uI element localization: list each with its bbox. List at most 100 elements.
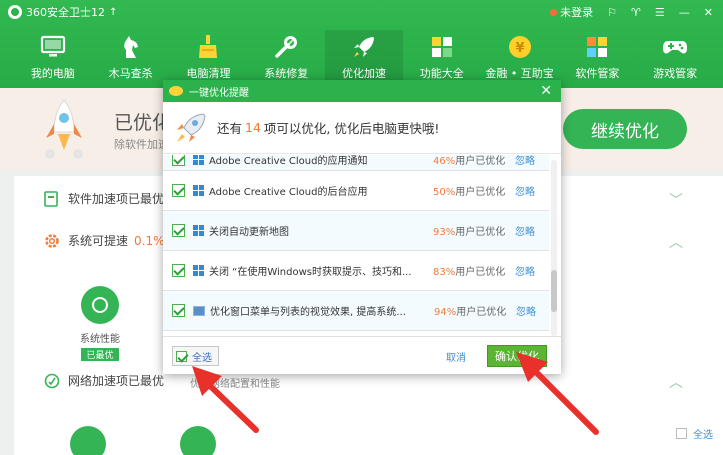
nav-label: 金融 • 互助宝 xyxy=(485,67,554,80)
item-checkbox[interactable] xyxy=(172,304,185,317)
window-controls: 未登录 ⚐ ♈ ☰ — ✕ xyxy=(550,4,713,20)
system-speedup-label: 系统可提速 xyxy=(68,234,129,248)
horse-icon xyxy=(118,34,144,60)
nav-game-manager[interactable]: 游戏管家 xyxy=(636,30,714,86)
nav-label: 优化加速 xyxy=(342,67,387,80)
globe-icon xyxy=(44,373,60,389)
chevron-up-icon[interactable]: ︿ xyxy=(669,232,683,252)
ignore-link[interactable]: 忽略 xyxy=(516,303,536,318)
cancel-button[interactable]: 取消 xyxy=(446,349,466,364)
network-accel-label: 网络加速项已最优 xyxy=(68,374,165,388)
app-logo-icon xyxy=(8,5,22,19)
skin-icon[interactable]: ⚐ xyxy=(607,6,617,19)
item-checkbox[interactable] xyxy=(172,224,185,237)
optimize-item-list: Adobe Creative Cloud的应用通知 46%用户已优化 忽略 Ad… xyxy=(163,155,549,336)
nav-cleanup[interactable]: 电脑清理 xyxy=(170,30,248,86)
continue-optimize-button[interactable]: 继续优化 xyxy=(563,109,687,149)
item-pct-suffix: 用户已优化 xyxy=(456,307,507,318)
ignore-link[interactable]: 忽略 xyxy=(515,263,535,278)
shirt-icon[interactable]: ♈ xyxy=(631,6,641,19)
banner-subtitle: 除软件加速 xyxy=(114,138,169,151)
dialog-footer: 全选 取消 确认优化 xyxy=(163,336,561,374)
nav-label: 我的电脑 xyxy=(30,67,75,80)
scrollbar-thumb[interactable] xyxy=(551,270,557,312)
select-all-button[interactable]: 全选 xyxy=(172,346,219,366)
item-pct: 83%用户已优化 xyxy=(433,263,515,278)
item-checkbox[interactable] xyxy=(172,155,185,166)
item-name: Adobe Creative Cloud的后台应用 xyxy=(209,187,368,198)
message-prefix: 还有 xyxy=(217,121,243,136)
nav-features[interactable]: 功能大全 xyxy=(403,30,481,86)
gamepad-icon xyxy=(662,34,688,60)
item-name: 关闭 “在使用Windows时获取提示、技巧和... xyxy=(209,267,412,278)
item-pct-suffix: 用户已优化 xyxy=(455,156,506,167)
login-link[interactable]: 未登录 xyxy=(560,4,593,20)
list-item: Adobe Creative Cloud的后台应用 50%用户已优化 忽略 xyxy=(163,171,549,211)
item-pct: 46%用户已优化 xyxy=(433,155,515,167)
system-speedup-row[interactable]: 系统可提速 0.1% xyxy=(44,232,165,249)
nav-label: 游戏管家 xyxy=(653,67,698,80)
windows-icon xyxy=(193,225,204,236)
nav-label: 系统修复 xyxy=(264,67,309,80)
nav-software-manager[interactable]: 软件管家 xyxy=(558,30,636,86)
software-accel-label: 软件加速项已最优 xyxy=(68,192,165,206)
item-pct-suffix: 用户已优化 xyxy=(455,187,506,198)
upgrade-arrow-icon[interactable]: ↑ xyxy=(109,7,117,18)
chevron-down-icon[interactable]: ﹀ xyxy=(669,190,683,210)
svg-text:¥: ¥ xyxy=(515,41,524,56)
item-name: 关闭自动更新地图 xyxy=(209,227,289,238)
select-all-background[interactable]: 全选 xyxy=(676,426,713,441)
select-all-checkbox[interactable] xyxy=(676,428,687,439)
item-pct: 50%用户已优化 xyxy=(433,183,515,198)
list-item: Adobe Creative Cloud的应用通知 46%用户已优化 忽略 xyxy=(163,155,549,171)
grid-icon xyxy=(429,34,455,60)
gear-icon xyxy=(44,233,60,249)
dialog-message: 还有 14 项可以优化, 优化后电脑更快哦! xyxy=(163,102,561,154)
status-dot-icon xyxy=(550,8,558,16)
menu-icon[interactable]: ☰ xyxy=(655,6,665,19)
network-accel-row[interactable]: 网络加速项已最优 xyxy=(44,372,164,389)
ignore-link[interactable]: 忽略 xyxy=(515,223,535,238)
ignore-link[interactable]: 忽略 xyxy=(515,155,535,167)
app-title-area: 360安全卫士12 ↑ xyxy=(8,4,117,20)
nav-label: 软件管家 xyxy=(575,67,620,80)
close-icon[interactable]: ✕ xyxy=(704,6,713,19)
main-nav: 我的电脑 木马查杀 电脑清理 系统修复 优化加速 功能大全 ¥ 金融 • 互助宝… xyxy=(14,30,714,86)
list-item: 关闭 “在使用Windows时获取提示、技巧和... 83%用户已优化 忽略 xyxy=(163,251,549,291)
app-title: 360安全卫士12 xyxy=(26,6,105,19)
item-checkbox[interactable] xyxy=(172,264,185,277)
dialog-header: 一键优化提醒 xyxy=(163,80,561,102)
windows-icon xyxy=(193,185,204,196)
nav-system-repair[interactable]: 系统修复 xyxy=(247,30,325,86)
list-item: 关闭自动更新地图 93%用户已优化 忽略 xyxy=(163,211,549,251)
select-all-checkbox[interactable] xyxy=(176,350,187,362)
speedometer-icon xyxy=(81,286,119,324)
app-window: 360安全卫士12 ↑ 未登录 ⚐ ♈ ☰ — ✕ 我的电脑 木马查杀 电脑清理… xyxy=(0,0,723,455)
item-pct: 94%用户已优化 xyxy=(434,303,516,318)
nav-optimize[interactable]: 优化加速 xyxy=(325,30,403,86)
chevron-up-icon[interactable]: ︿ xyxy=(669,372,683,392)
item-name: 优化窗口菜单与列表的视觉效果, 提高系统... xyxy=(210,307,406,318)
ignore-link[interactable]: 忽略 xyxy=(515,183,535,198)
rocket-icon xyxy=(173,110,209,146)
network-speed-icon xyxy=(180,426,216,455)
nav-my-computer[interactable]: 我的电脑 xyxy=(14,30,92,86)
apps-icon xyxy=(584,34,610,60)
item-pct-suffix: 用户已优化 xyxy=(455,227,506,238)
list-scrollbar[interactable] xyxy=(551,160,557,336)
network-globe-icon xyxy=(70,426,106,455)
optimize-dialog: 一键优化提醒 ✕ 还有 14 项可以优化, 优化后电脑更快哦! Adobe Cr… xyxy=(163,80,561,374)
software-icon xyxy=(44,190,60,207)
minimize-icon[interactable]: — xyxy=(679,6,690,19)
item-pct-value: 83% xyxy=(433,267,456,278)
software-accel-row[interactable]: 软件加速项已最优 xyxy=(44,190,164,207)
top-bar: 360安全卫士12 ↑ 未登录 ⚐ ♈ ☰ — ✕ 我的电脑 木马查杀 电脑清理… xyxy=(0,0,723,88)
nav-trojan-scan[interactable]: 木马查杀 xyxy=(92,30,170,86)
nav-finance[interactable]: ¥ 金融 • 互助宝 xyxy=(481,30,559,86)
item-checkbox[interactable] xyxy=(172,184,185,197)
image-icon xyxy=(193,305,205,316)
list-item: 优化窗口菜单与列表的视觉效果, 提高系统... 94%用户已优化 忽略 xyxy=(163,291,549,331)
confirm-optimize-button[interactable]: 确认优化 xyxy=(487,345,547,367)
dialog-close-icon[interactable]: ✕ xyxy=(540,83,552,99)
item-pct: 93%用户已优化 xyxy=(433,223,515,238)
